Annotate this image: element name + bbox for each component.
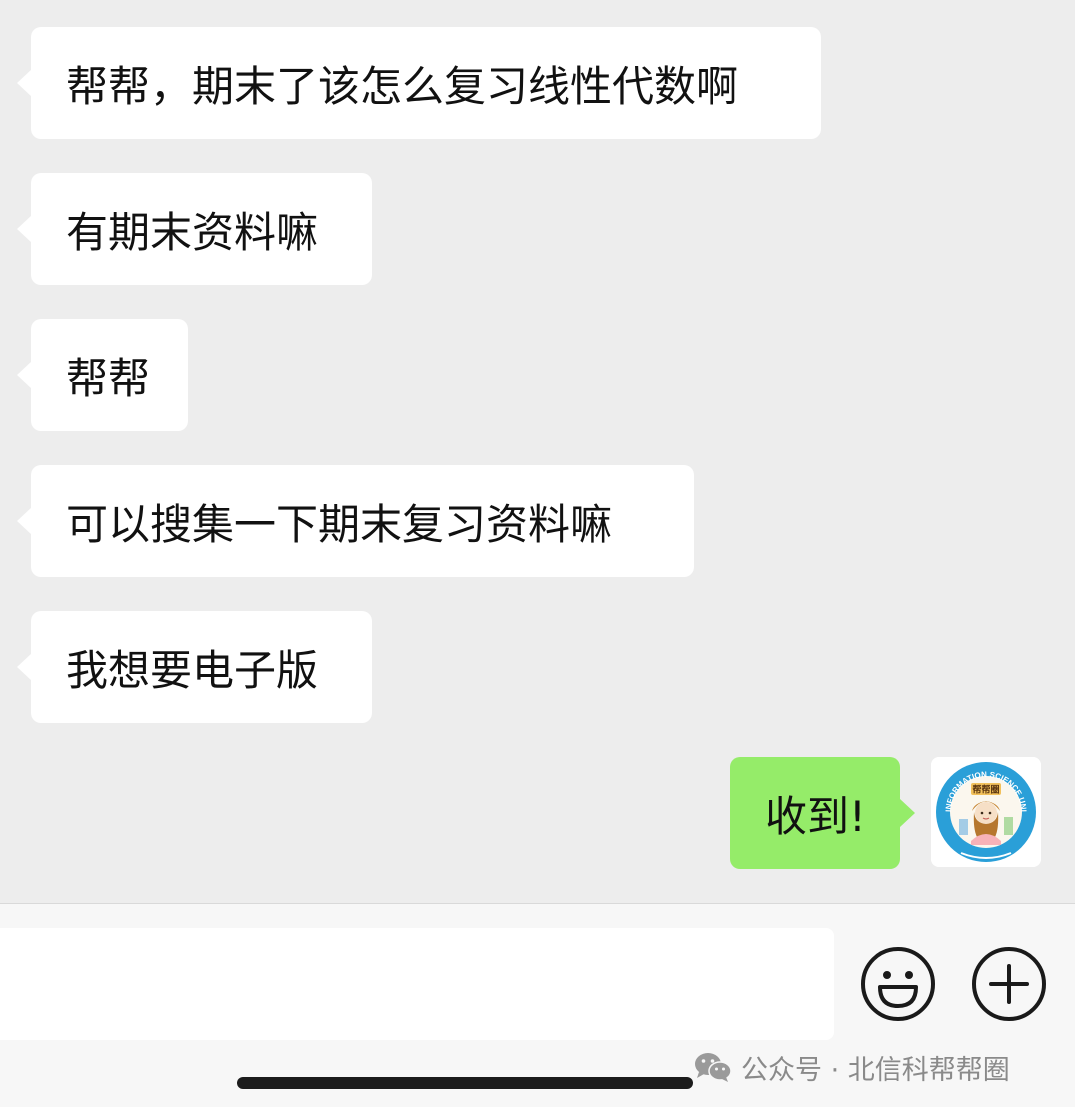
message-text: 帮帮，期末了该怎么复习线性代数啊 xyxy=(66,61,739,111)
avatar-badge-text: 帮帮圈 xyxy=(972,784,999,796)
message-text: 可以搜集一下期末复习资料嘛 xyxy=(66,499,613,549)
message-input-bar: 公众号 · 北信科帮帮圈 xyxy=(0,903,1075,1107)
avatar-logo-icon: BEIJING INFORMATION SCIENCE UNIVERSITY 帮… xyxy=(931,757,1041,867)
message-text: 收到! xyxy=(765,791,866,841)
message-text: 我想要电子版 xyxy=(66,645,319,695)
watermark: 公众号 · 北信科帮帮圈 xyxy=(693,1042,1010,1092)
avatar[interactable]: BEIJING INFORMATION SCIENCE UNIVERSITY 帮… xyxy=(931,757,1041,867)
incoming-message-bubble[interactable]: 我想要电子版 xyxy=(17,611,372,723)
chat-message-list[interactable]: 帮帮，期末了该怎么复习线性代数啊 有期末资料嘛 帮帮 可以搜集一下期末复习资料嘛… xyxy=(0,0,1075,903)
incoming-message-bubble[interactable]: 可以搜集一下期末复习资料嘛 xyxy=(17,465,694,577)
plus-circle-icon xyxy=(972,947,1046,1021)
incoming-message-bubble[interactable]: 帮帮，期末了该怎么复习线性代数啊 xyxy=(17,27,821,139)
more-actions-button[interactable] xyxy=(971,946,1047,1022)
message-text: 有期末资料嘛 xyxy=(66,207,319,257)
watermark-text: 公众号 · 北信科帮帮圈 xyxy=(741,1054,1010,1086)
home-indicator[interactable] xyxy=(237,1077,693,1089)
smiley-face-icon xyxy=(861,947,935,1021)
message-text: 帮帮 xyxy=(66,353,151,403)
incoming-message-bubble[interactable]: 帮帮 xyxy=(17,319,188,431)
wechat-icon xyxy=(695,1053,732,1082)
message-input[interactable] xyxy=(0,928,834,1040)
emoji-button[interactable] xyxy=(860,946,936,1022)
incoming-message-bubble[interactable]: 有期末资料嘛 xyxy=(17,173,372,285)
outgoing-message-bubble[interactable]: 收到! xyxy=(730,757,915,869)
